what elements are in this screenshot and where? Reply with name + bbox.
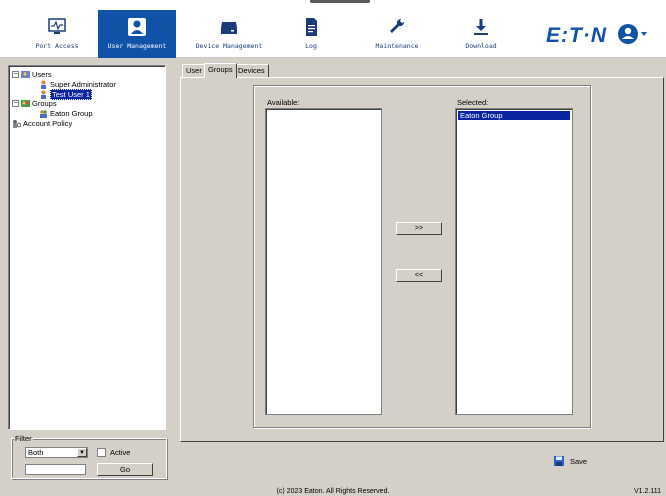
document-icon (306, 18, 317, 36)
tree-node-user[interactable]: Super Administrator (39, 80, 116, 89)
tab-groups[interactable]: Groups (204, 63, 237, 78)
top-nav-bar: Port Access User Management Device Manag… (0, 0, 666, 58)
nav-port-access[interactable]: Port Access (18, 10, 96, 58)
go-button[interactable]: Go (97, 463, 153, 476)
add-button[interactable]: >> (396, 222, 442, 235)
nav-maintenance-label: Maintenance (375, 42, 419, 50)
collapse-toggle[interactable]: − (12, 71, 19, 78)
version-text: V1.2.111 (634, 488, 661, 495)
active-checkbox[interactable] (97, 448, 106, 457)
users-folder-icon (21, 71, 30, 78)
eaton-logo: E:T·N (546, 24, 607, 47)
tree-node-users[interactable]: − Users (12, 70, 52, 79)
download-icon (474, 19, 488, 35)
copyright-text: (c) 2023 Eaton. All Rights Reserved. (276, 488, 390, 495)
group-icon (40, 110, 47, 118)
filter-type-select[interactable]: Both ▼ (25, 447, 88, 458)
account-icon (618, 24, 647, 44)
nav-port-access-label: Port Access (35, 42, 79, 50)
nav-user-management-label: User Management (107, 42, 167, 50)
user-icon (41, 80, 46, 89)
nav-device-management-label: Device Management (195, 42, 263, 50)
available-label: Available: (267, 98, 300, 107)
tree-node-group[interactable]: Eaton Group (39, 109, 93, 118)
nav-maintenance[interactable]: Maintenance (358, 10, 436, 58)
filter-legend: Filter (14, 434, 33, 443)
collapse-toggle[interactable]: − (12, 100, 19, 107)
available-list[interactable] (265, 108, 382, 415)
monitor-icon (48, 18, 66, 34)
policy-icon (13, 120, 21, 128)
nav-user-management[interactable]: User Management (98, 10, 176, 58)
drive-icon (221, 22, 237, 34)
collapse-handle[interactable] (310, 0, 370, 3)
groups-icon (21, 100, 30, 107)
tree-node-account-policy[interactable]: Account Policy (12, 119, 72, 128)
save-button[interactable]: Save (554, 456, 587, 466)
chevron-down-icon (641, 32, 647, 36)
wrench-icon (390, 18, 405, 33)
dropdown-arrow-icon[interactable]: ▼ (77, 448, 87, 457)
nav-log-label: Log (305, 42, 317, 50)
active-checkbox-label: Active (110, 448, 131, 457)
floppy-disk-icon (554, 456, 564, 466)
account-menu[interactable] (617, 23, 657, 47)
tree-node-groups[interactable]: − Groups (12, 99, 57, 108)
nav-download-label: Download (465, 42, 497, 50)
user-icon (41, 90, 46, 99)
tab-devices[interactable]: Devices (234, 64, 269, 77)
nav-log[interactable]: Log (272, 10, 350, 58)
tab-user[interactable]: User (182, 64, 206, 77)
nav-device-management[interactable]: Device Management (190, 10, 268, 58)
user-tree[interactable]: − Users Super Administrator Test User 1 … (8, 65, 166, 430)
filter-input[interactable] (25, 464, 86, 475)
list-item[interactable]: Eaton Group (458, 111, 570, 120)
selected-list[interactable]: Eaton Group (455, 108, 573, 415)
nav-download[interactable]: Download (442, 10, 520, 58)
selected-label: Selected: (457, 98, 489, 107)
remove-button[interactable]: << (396, 269, 442, 282)
user-icon (128, 18, 146, 36)
